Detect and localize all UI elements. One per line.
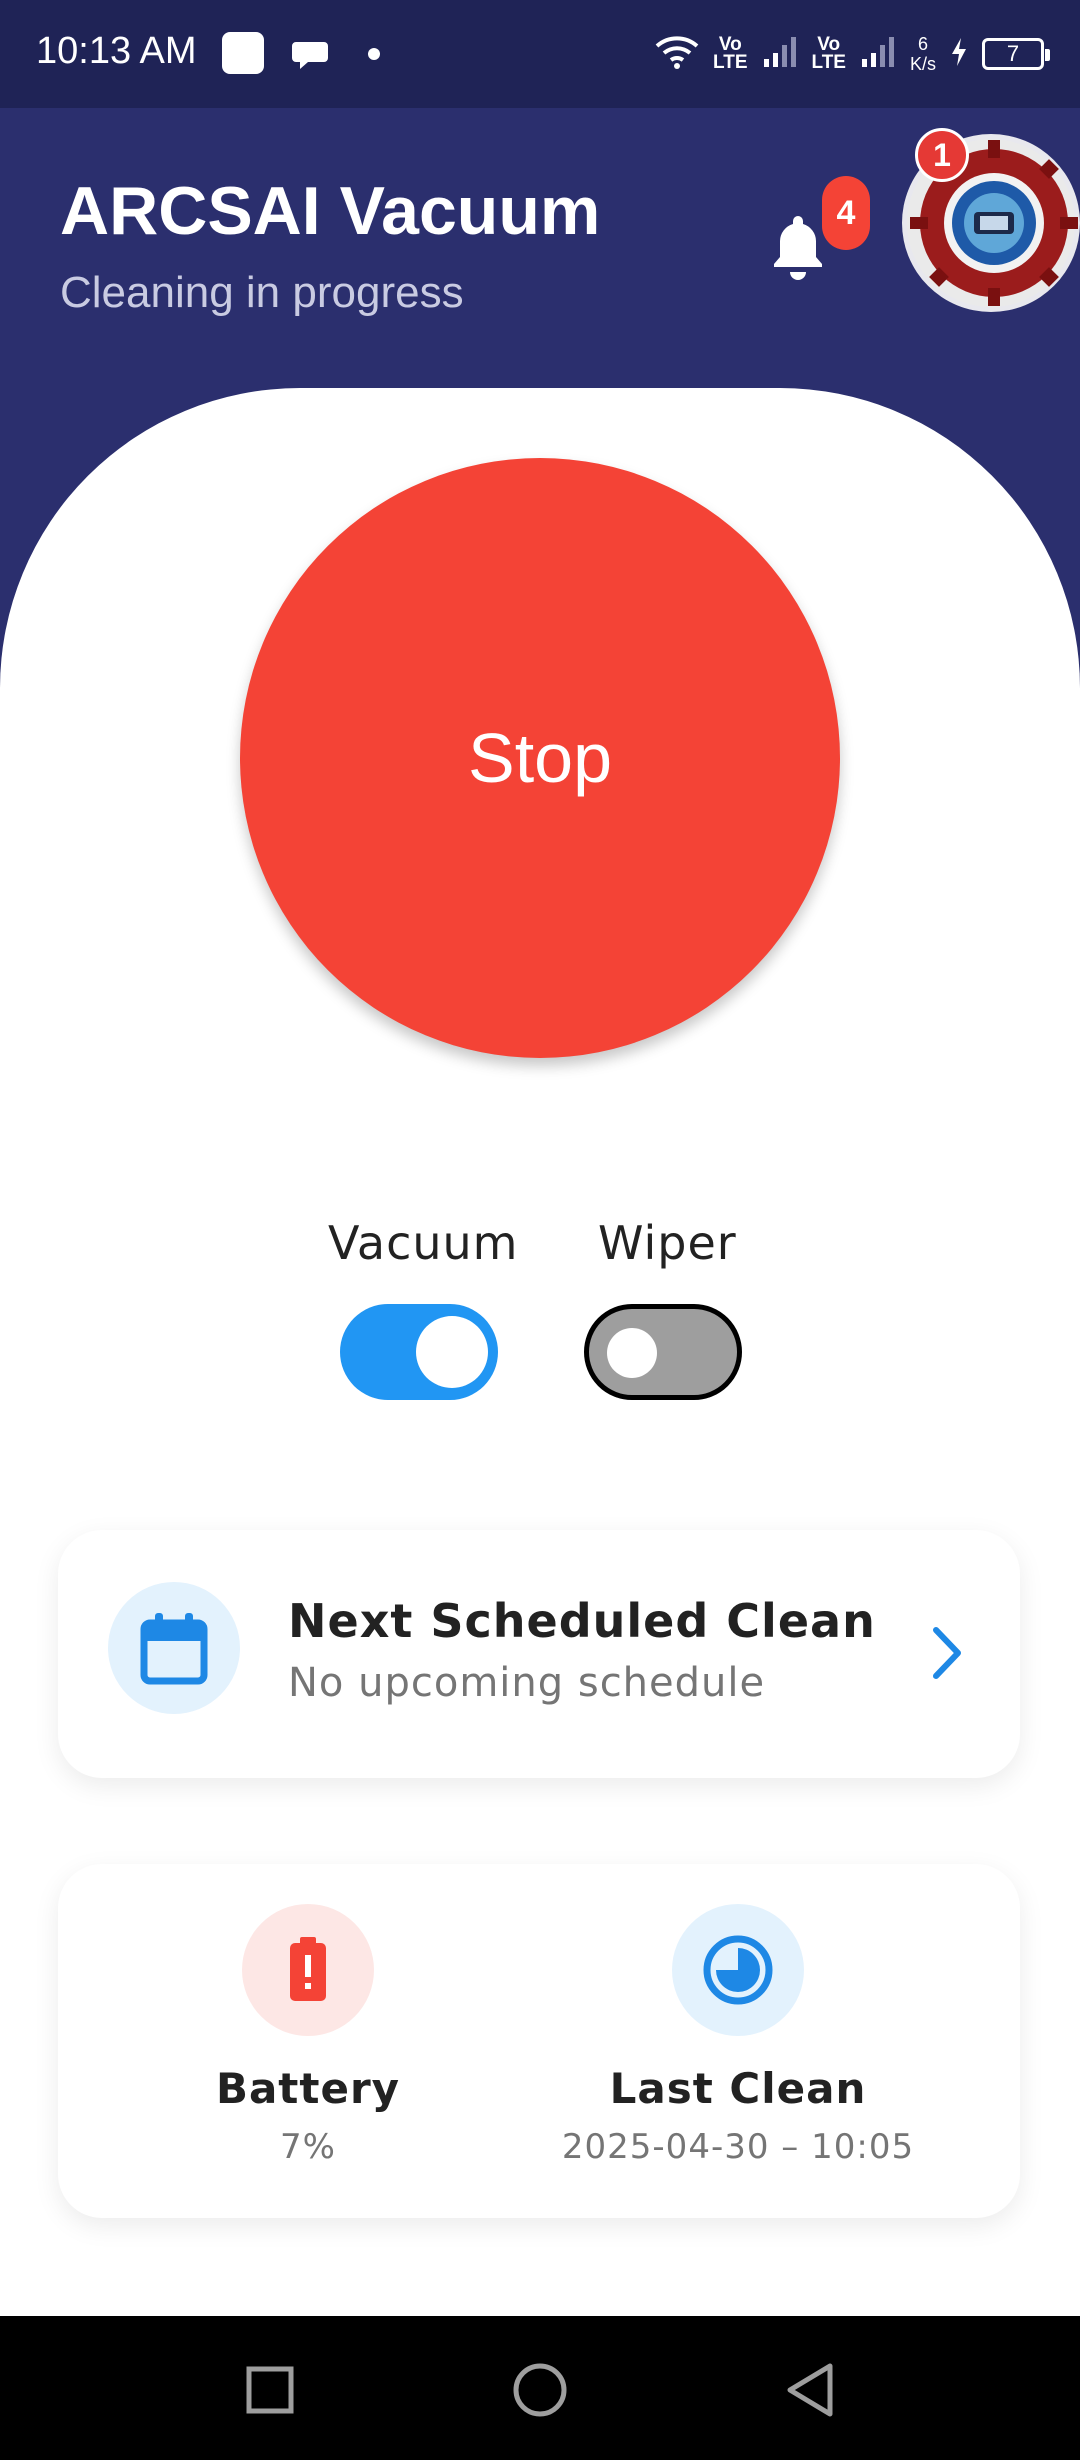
battery-stat: Battery 7% — [88, 1904, 528, 2167]
last-clean-value: 2025-04-30 – 10:05 — [561, 2127, 915, 2167]
toggle-knob — [607, 1328, 657, 1378]
signal-icon-1 — [762, 35, 798, 74]
avatar-badge: 1 — [915, 128, 969, 182]
volte-indicator-2: Vo LTE — [811, 34, 846, 73]
notification-bell-icon[interactable] — [768, 212, 828, 282]
vacuum-toggle[interactable] — [340, 1304, 498, 1400]
notification-count-badge: 4 — [822, 176, 870, 250]
app-notification-icon — [222, 32, 264, 74]
last-clean-label: Last Clean — [609, 2064, 867, 2113]
status-time: 10:13 AM — [36, 30, 197, 72]
recents-icon[interactable] — [246, 2366, 294, 2419]
schedule-title: Next Scheduled Clean — [288, 1594, 876, 1648]
back-icon[interactable] — [784, 2362, 836, 2423]
more-notifications-dot — [368, 48, 380, 60]
page-title: ARCSAI Vacuum — [60, 173, 601, 249]
battery-alert-icon — [242, 1904, 374, 2036]
status-bar: 10:13 AM Vo LTE Vo LTE 6 K/s 7 — [0, 0, 1080, 108]
network-speed: 6 K/s — [909, 34, 936, 74]
clock-icon — [672, 1904, 804, 2036]
schedule-card[interactable]: Next Scheduled Clean No upcoming schedul… — [58, 1530, 1020, 1778]
calendar-icon — [108, 1582, 240, 1714]
charging-icon — [950, 37, 968, 72]
volte-indicator-1: Vo LTE — [713, 34, 748, 73]
wifi-icon — [655, 34, 699, 75]
battery-indicator: 7 — [982, 38, 1050, 70]
navigation-bar — [0, 2316, 1080, 2460]
home-icon[interactable] — [512, 2362, 568, 2423]
stop-button[interactable]: Stop — [240, 458, 840, 1058]
battery-value: 7% — [280, 2127, 336, 2167]
signal-icon-2 — [860, 35, 896, 74]
stats-card: Battery 7% Last Clean 2025-04-30 – 10:05 — [58, 1864, 1020, 2218]
wiper-toggle[interactable] — [584, 1304, 742, 1400]
toggle-knob — [416, 1316, 488, 1388]
vacuum-toggle-label: Vacuum — [328, 1216, 519, 1270]
wiper-toggle-label: Wiper — [598, 1216, 737, 1270]
schedule-subtitle: No upcoming schedule — [288, 1660, 766, 1706]
last-clean-stat: Last Clean 2025-04-30 – 10:05 — [518, 1904, 958, 2167]
chevron-right-icon[interactable] — [922, 1618, 972, 1688]
status-subtitle: Cleaning in progress — [60, 268, 464, 317]
battery-label: Battery — [215, 2064, 401, 2113]
chat-icon — [290, 34, 330, 79]
status-icons: Vo LTE Vo LTE 6 K/s 7 — [655, 28, 1050, 80]
